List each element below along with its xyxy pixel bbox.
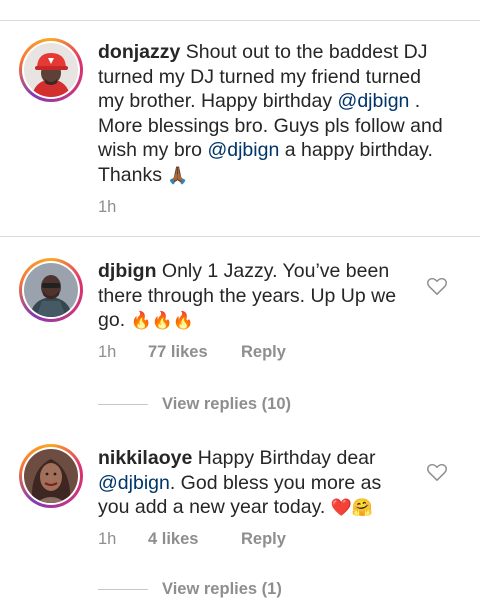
caption-divider [0, 236, 480, 237]
comment-username[interactable]: nikkilaoye [98, 447, 192, 469]
likes-count[interactable]: 77 likes [148, 343, 241, 362]
avatar-donjazzy[interactable] [24, 43, 78, 97]
avatar-ring[interactable] [19, 258, 83, 322]
avatar-ring[interactable] [19, 38, 83, 102]
view-replies-line [98, 589, 148, 590]
comment-text: donjazzy Shout out to the baddest DJ tur… [98, 41, 443, 186]
comment-meta: 1h 4 likes Reply [98, 530, 286, 549]
top-divider [0, 20, 480, 21]
avatar-nikkilaoye[interactable] [24, 449, 78, 503]
comment-meta: 1h [98, 198, 148, 217]
view-replies-label: View replies (10) [162, 395, 292, 413]
heart-outline-icon[interactable] [426, 462, 448, 482]
reply-button[interactable]: Reply [241, 530, 286, 549]
view-replies-button[interactable]: View replies (1) [98, 580, 282, 599]
reply-button[interactable]: Reply [241, 343, 286, 362]
avatar-ring[interactable] [19, 444, 83, 508]
comment-username[interactable]: donjazzy [98, 41, 180, 63]
pray-emoji: 🙏🏾 [167, 165, 189, 186]
comment-text: djbign Only 1 Jazzy. You’ve been there t… [98, 260, 397, 331]
mention-link[interactable]: @djbign [207, 139, 279, 161]
heart-emoji: ❤️ [330, 498, 352, 518]
comment-text: nikkilaoye Happy Birthday dear @djbign. … [98, 447, 382, 518]
avatar-djbign[interactable] [24, 263, 78, 317]
mention-link[interactable]: @djbign [98, 472, 170, 494]
comment-time: 1h [98, 530, 117, 548]
hug-emoji: 🤗 [351, 498, 374, 518]
fire-emoji: 🔥🔥🔥 [130, 311, 195, 331]
mention-link[interactable]: @djbign [338, 90, 410, 112]
view-replies-button[interactable]: View replies (10) [98, 395, 291, 414]
heart-outline-icon[interactable] [426, 276, 448, 296]
comment-meta: 1h 77 likes Reply [98, 343, 286, 362]
comment-time: 1h [98, 343, 117, 361]
view-replies-line [98, 404, 148, 405]
comment-username[interactable]: djbign [98, 260, 156, 282]
comment-time: 1h [98, 198, 117, 216]
likes-count[interactable]: 4 likes [148, 530, 241, 549]
view-replies-label: View replies (1) [162, 580, 282, 598]
